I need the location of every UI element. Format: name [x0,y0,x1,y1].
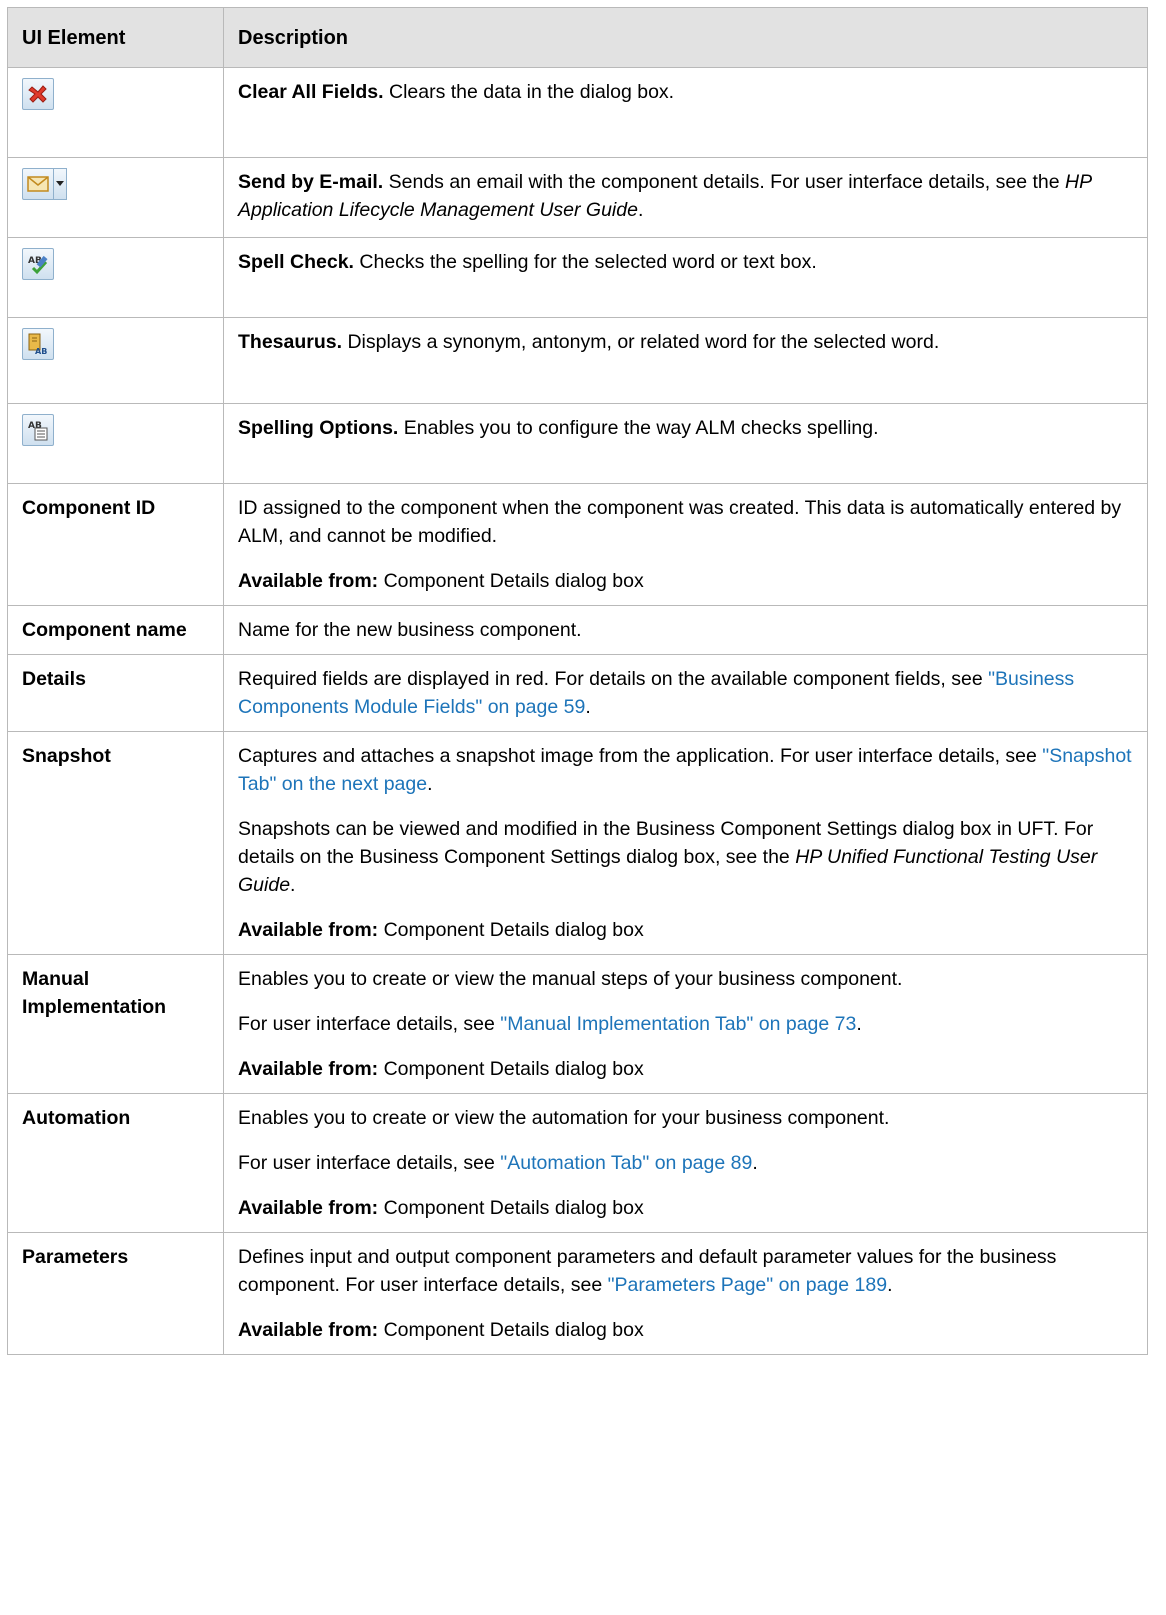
ui-element-label: Details [7,654,224,732]
item-title: Spell Check. [238,251,354,273]
ui-element-label: Parameters [7,1232,224,1355]
header-ui-element: UI Element [7,7,224,68]
description-text: Required fields are displayed in red. Fo… [238,668,989,690]
item-text: Sends an email with the component detail… [388,171,1065,193]
punctuation: . [887,1274,893,1296]
available-from-value: Component Details dialog box [383,1319,644,1341]
send-by-email-icon[interactable] [22,168,54,200]
ui-element-cell: AB [7,237,224,318]
ui-element-label: Component ID [7,483,224,606]
item-text: Checks the spelling for the selected wor… [359,251,817,273]
table-row: AB Spelling Options. Enables you to conf… [7,403,1148,484]
table-row: AB Thesaurus. Displays a synonym, antony… [7,317,1148,404]
ui-element-label: Snapshot [7,731,224,955]
item-title: Send by E-mail. [238,171,384,193]
ui-element-cell [7,67,224,158]
description-cell: Spell Check. Checks the spelling for the… [223,237,1148,318]
available-from-label: Available from: [238,1197,379,1219]
available-from-label: Available from: [238,1319,379,1341]
spelling-options-icon[interactable]: AB [22,414,54,446]
table-row: Component name Name for the new business… [7,605,1148,655]
punctuation: . [637,199,644,221]
clear-all-fields-icon[interactable] [22,78,54,110]
description-text: ID assigned to the component when the co… [238,497,1122,547]
punctuation: . [856,1013,862,1035]
description-cell: Thesaurus. Displays a synonym, antonym, … [223,317,1148,404]
table-row: Snapshot Captures and attaches a snapsho… [7,731,1148,955]
punctuation: . [585,696,591,718]
ui-elements-table: UI Element Description Clear All Fields.… [7,7,1148,1355]
available-from-value: Component Details dialog box [383,1058,644,1080]
table-row: Manual Implementation Enables you to cre… [7,954,1148,1094]
ui-element-label: Manual Implementation [7,954,224,1094]
available-from-value: Component Details dialog box [383,570,644,592]
item-title: Thesaurus. [238,331,343,353]
ui-element-label: Automation [7,1093,224,1233]
description-cell: Spelling Options. Enables you to configu… [223,403,1148,484]
item-title: Spelling Options. [238,417,399,439]
description-cell: ID assigned to the component when the co… [223,483,1148,606]
description-text: For user interface details, see [238,1013,501,1035]
available-from-label: Available from: [238,919,379,941]
available-from-label: Available from: [238,570,379,592]
parameters-page-link[interactable]: "Parameters Page" on page 189 [608,1274,887,1296]
item-text: Enables you to configure the way ALM che… [403,417,879,439]
item-text: Clears the data in the dialog box. [389,81,675,103]
item-title: Clear All Fields. [238,81,384,103]
punctuation: . [290,874,296,896]
manual-implementation-tab-link[interactable]: "Manual Implementation Tab" on page 73 [500,1013,856,1035]
table-row: Automation Enables you to create or view… [7,1093,1148,1233]
available-from-value: Component Details dialog box [383,1197,644,1219]
thesaurus-icon[interactable]: AB [22,328,54,360]
description-cell: Captures and attaches a snapshot image f… [223,731,1148,955]
description-cell: Required fields are displayed in red. Fo… [223,654,1148,732]
description-cell: Enables you to create or view the manual… [223,954,1148,1094]
table-row: Clear All Fields. Clears the data in the… [7,67,1148,158]
description-cell: Clear All Fields. Clears the data in the… [223,67,1148,158]
ui-element-cell: AB [7,403,224,484]
table-row: AB Spell Check. Checks the spelling for … [7,237,1148,318]
punctuation: . [427,773,433,795]
available-from-value: Component Details dialog box [383,919,644,941]
table-row: Component ID ID assigned to the componen… [7,483,1148,606]
ui-element-cell [7,157,224,238]
spell-check-icon[interactable]: AB [22,248,54,280]
ui-element-label: Component name [7,605,224,655]
punctuation: . [752,1152,758,1174]
table-header-row: UI Element Description [7,7,1148,68]
available-from-label: Available from: [238,1058,379,1080]
send-by-email-split-button[interactable] [22,168,67,200]
description-cell: Send by E-mail. Sends an email with the … [223,157,1148,238]
description-text: Enables you to create or view the manual… [238,968,903,990]
description-text: Name for the new business component. [238,619,582,641]
table-row: Parameters Defines input and output comp… [7,1232,1148,1355]
description-cell: Enables you to create or view the automa… [223,1093,1148,1233]
description-text: For user interface details, see [238,1152,501,1174]
description-cell: Defines input and output component param… [223,1232,1148,1355]
svg-text:AB: AB [35,347,47,356]
table-row: Send by E-mail. Sends an email with the … [7,157,1148,238]
automation-tab-link[interactable]: "Automation Tab" on page 89 [500,1152,752,1174]
table-row: Details Required fields are displayed in… [7,654,1148,732]
chevron-down-icon[interactable] [54,168,67,200]
description-cell: Name for the new business component. [223,605,1148,655]
description-text: Captures and attaches a snapshot image f… [238,745,1043,767]
item-text: Displays a synonym, antonym, or related … [347,331,940,353]
header-description: Description [223,7,1148,68]
ui-element-cell: AB [7,317,224,404]
description-text: Enables you to create or view the automa… [238,1107,890,1129]
